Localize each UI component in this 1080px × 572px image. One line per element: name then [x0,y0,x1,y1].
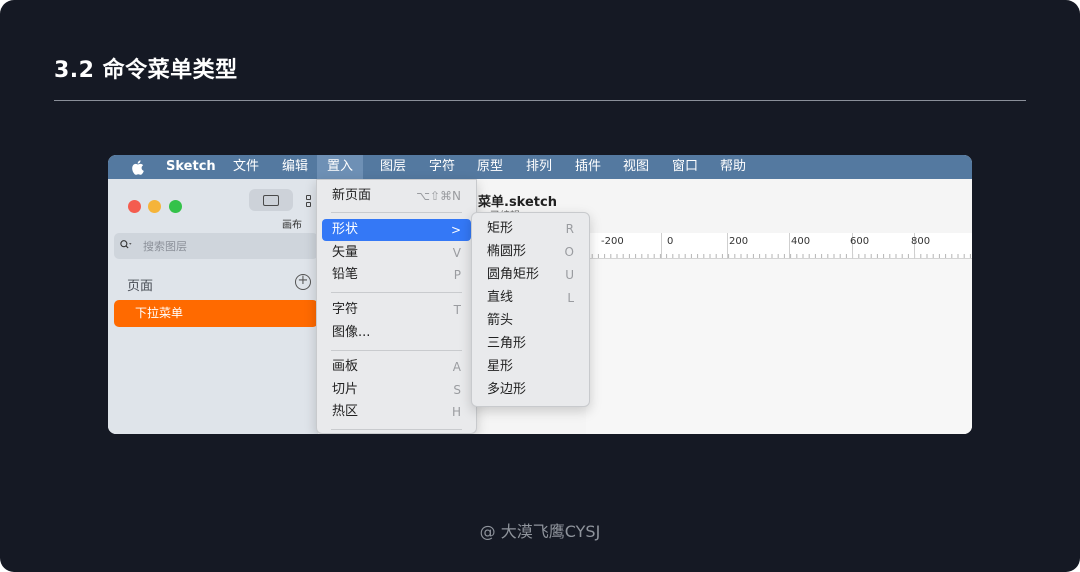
horizontal-ruler: -200 0 200 400 600 800 [586,233,972,259]
menu-item-label: 三角形 [487,336,527,351]
menu-item-shortcut: ⌥⇧⌘N [416,189,461,203]
menu-item-label: 字符 [332,302,359,317]
menu-item-label: 星形 [487,359,514,374]
menubar-prototype[interactable]: 原型 [477,155,503,179]
menubar-plugins[interactable]: 插件 [575,155,601,179]
menu-item-label: 直线 [487,290,514,305]
submenu-item-line[interactable]: 直线 L [477,287,584,309]
menubar-insert[interactable]: 置入 [317,155,364,179]
menu-item-new-page[interactable]: 新页面 ⌥⇧⌘N [322,185,471,207]
ruler-label: 400 [791,236,811,247]
apple-icon[interactable] [128,155,146,179]
menu-item-artboard[interactable]: 画板 A [322,356,471,378]
menu-item-label: 矢量 [332,245,359,260]
canvas-toggle-button[interactable] [249,189,293,211]
chevron-right-icon: > [450,223,461,237]
search-icon [120,240,132,249]
menu-item-image[interactable]: 图像... [322,322,471,344]
submenu-item-star[interactable]: 星形 [477,356,584,378]
canvas-icon [263,194,279,206]
ruler-label: 600 [850,236,870,247]
menu-item-label: 形状 [332,222,359,237]
menu-separator [331,212,462,213]
menu-separator [331,350,462,351]
ruler-label: -200 [601,236,624,247]
slide: 3.2 命令菜单类型 Sketch 文件 编辑 置入 图层 字符 原型 排列 插… [0,0,1080,572]
ruler-major-tick [727,233,728,259]
ruler-major-tick [789,233,790,259]
layer-search-field[interactable]: 搜索图层 [114,233,318,259]
sketch-screenshot: Sketch 文件 编辑 置入 图层 字符 原型 排列 插件 视图 窗口 帮助 … [108,155,972,434]
menu-item-label: 切片 [332,382,359,397]
pages-header: 页面 [127,279,154,294]
menubar-view[interactable]: 视图 [623,155,649,179]
menu-separator [331,292,462,293]
author-credit: @ 大漠飞鹰CYSJ [479,522,601,541]
slide-title: 3.2 命令菜单类型 [54,58,238,83]
menu-item-vector[interactable]: 矢量 V [322,242,471,264]
submenu-item-arrow[interactable]: 箭头 [477,310,584,332]
ruler-label: 800 [911,236,931,247]
ruler-major-tick [661,233,662,259]
menubar-help[interactable]: 帮助 [720,155,746,179]
menu-item-slice[interactable]: 切片 S [322,379,471,401]
menu-item-shortcut: U [565,268,574,282]
add-page-icon[interactable]: + [295,274,311,290]
menubar-text[interactable]: 字符 [429,155,455,179]
ruler-label: 0 [667,236,674,247]
menu-item-shortcut: L [567,291,574,305]
menubar-edit[interactable]: 编辑 [282,155,308,179]
title-divider [54,100,1026,101]
shape-submenu: 矩形 R 椭圆形 O 圆角矩形 U 直线 L 箭头 三角形 星形 多边形 [471,212,590,407]
minimize-window-button[interactable] [148,200,161,213]
menu-item-shortcut: V [452,246,461,260]
menu-item-label: 矩形 [487,221,514,236]
menu-item-shortcut: S [453,383,461,397]
menu-item-label: 画板 [332,359,359,374]
submenu-item-polygon[interactable]: 多边形 [477,379,584,401]
menu-item-shortcut: A [452,360,461,374]
menu-item-shortcut: O [564,245,574,259]
menubar-layer[interactable]: 图层 [380,155,406,179]
menu-item-label: 椭圆形 [487,244,527,259]
menubar-file[interactable]: 文件 [233,155,259,179]
menu-item-shortcut: T [453,303,461,317]
submenu-item-rounded-rectangle[interactable]: 圆角矩形 U [477,264,584,286]
menu-separator [331,429,462,430]
ruler-label: 200 [729,236,749,247]
menu-item-label: 图像... [332,325,371,340]
menu-item-label: 多边形 [487,382,527,397]
submenu-item-rectangle[interactable]: 矩形 R [477,218,584,240]
zoom-window-button[interactable] [169,200,182,213]
submenu-item-oval[interactable]: 椭圆形 O [477,241,584,263]
submenu-item-triangle[interactable]: 三角形 [477,333,584,355]
menu-item-label: 箭头 [487,313,514,328]
menu-item-label: 新页面 [332,188,372,203]
insert-menu: 新页面 ⌥⇧⌘N 形状 > 矢量 V 铅笔 P 字符 T 图像... 画板 A … [316,179,477,434]
menu-item-shortcut: R [565,222,574,236]
mac-menubar: Sketch 文件 编辑 置入 图层 字符 原型 排列 插件 视图 窗口 帮助 [108,155,972,179]
menu-item-label: 圆角矩形 [487,267,540,282]
close-window-button[interactable] [128,200,141,213]
design-canvas[interactable] [586,259,972,434]
menu-item-shape[interactable]: 形状 > [322,219,471,241]
page-item-selected[interactable]: 下拉菜单 [114,300,318,327]
menubar-window[interactable]: 窗口 [672,155,698,179]
menubar-arrange[interactable]: 排列 [526,155,552,179]
menu-item-shortcut: P [453,268,461,282]
menu-item-label: 铅笔 [332,267,359,282]
menu-item-label: 热区 [332,404,359,419]
menubar-app-sketch[interactable]: Sketch [166,155,216,179]
menu-item-text[interactable]: 字符 T [322,299,471,321]
menu-item-hotspot[interactable]: 热区 H [322,401,471,423]
menu-item-shortcut: H [451,405,461,419]
search-placeholder: 搜索图层 [143,240,187,253]
canvas-label: 画布 [282,220,302,231]
menu-item-pencil[interactable]: 铅笔 P [322,264,471,286]
